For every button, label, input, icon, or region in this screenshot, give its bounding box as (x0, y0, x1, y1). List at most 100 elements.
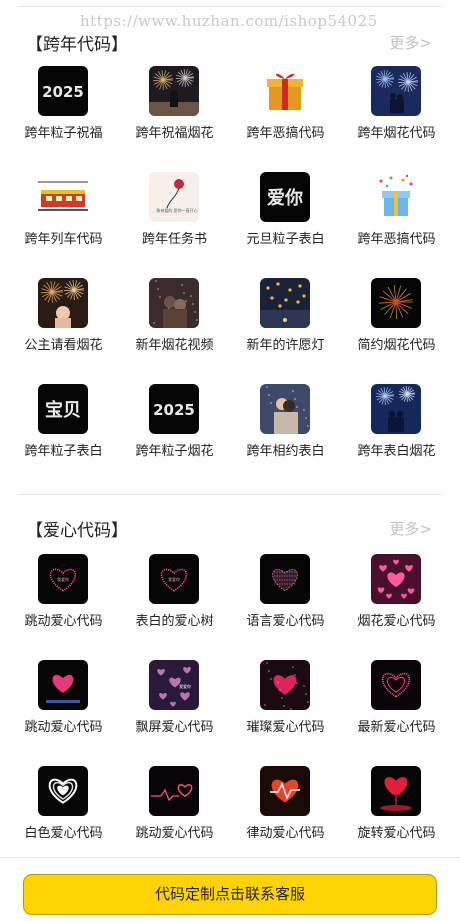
grid-item[interactable]: 璀璨爱心代码 (230, 660, 341, 766)
section-title: 【跨年代码】 (26, 35, 128, 55)
heart-text-thumb (260, 554, 310, 604)
grid-item[interactable]: 致亲爱的 愿你一直开心跨年任务书 (119, 172, 230, 278)
more-link[interactable]: 更多> (389, 32, 432, 53)
grid-item[interactable]: 跨年表白烟花 (341, 384, 452, 490)
item-label: 白色爱心代码 (24, 826, 103, 841)
item-label: 跨年祝福烟花 (135, 126, 214, 141)
item-label: 简约烟花代码 (357, 338, 436, 353)
heart-float-thumb: 我爱你 (149, 660, 199, 710)
grid-item[interactable]: 爱你 元旦粒子表白 (230, 172, 341, 278)
item-label: 新年的许愿灯 (246, 338, 325, 353)
heart-tree-thumb (371, 766, 421, 816)
text-baobei-thumb: 宝贝 (38, 384, 88, 434)
item-label: 表白的爱心树 (135, 614, 214, 629)
more-link[interactable]: 更多> (389, 518, 432, 539)
svg-text:2025: 2025 (153, 401, 195, 419)
svg-text:爱你: 爱你 (267, 187, 303, 209)
text-2025-thumb: 2025 (149, 384, 199, 434)
grid-item[interactable]: 跨年恶搞代码 (230, 66, 341, 172)
item-label: 跨年粒子烟花 (135, 444, 214, 459)
item-label: 新年烟花视频 (135, 338, 214, 353)
heart-pink-thumb (371, 660, 421, 710)
item-label: 跨年烟花代码 (357, 126, 436, 141)
heart-outline-thumb: 我爱你 (38, 554, 88, 604)
grid-item[interactable]: 我爱你 跳动爱心代码 (8, 554, 119, 660)
grid-item[interactable]: 我爱你 表白的爱心树 (119, 554, 230, 660)
princess-fireworks-thumb (38, 278, 88, 328)
text-2025-thumb: 2025 (38, 66, 88, 116)
footer-bar: 代码定制点击联系客服 (0, 857, 460, 921)
item-label: 语言爱心代码 (246, 614, 325, 629)
grid-item[interactable]: 最新爱心代码 (341, 660, 452, 766)
couple-photo-thumb (149, 278, 199, 328)
grid-item[interactable]: 语言爱心代码 (230, 554, 341, 660)
grid-item[interactable]: 跨年相约表白 (230, 384, 341, 490)
contact-service-button[interactable]: 代码定制点击联系客服 (23, 874, 437, 915)
gift-confetti-thumb (371, 172, 421, 222)
rose-letter-thumb: 致亲爱的 愿你一直开心 (149, 172, 199, 222)
item-label: 飘屏爱心代码 (135, 720, 214, 735)
heart-glow-thumb (38, 660, 88, 710)
grid-item[interactable]: 跨年烟花代码 (341, 66, 452, 172)
text-love-you-thumb: 爱你 (260, 172, 310, 222)
heart-outline-thumb: 我爱你 (149, 554, 199, 604)
grid-item[interactable]: 宝贝 跨年粒子表白 (8, 384, 119, 490)
lanterns-thumb (260, 278, 310, 328)
grid-item[interactable]: 跨年列车代码 (8, 172, 119, 278)
couple-fireworks-thumb (371, 66, 421, 116)
grid-item[interactable]: 跳动爱心代码 (8, 660, 119, 766)
train-thumb (38, 172, 88, 222)
grid-item[interactable]: 2025 跨年粒子祝福 (8, 66, 119, 172)
item-label: 跨年粒子表白 (24, 444, 103, 459)
grid-item[interactable]: 2025 跨年粒子烟花 (119, 384, 230, 490)
grid-item[interactable]: 公主请看烟花 (8, 278, 119, 384)
item-label: 跳动爱心代码 (24, 614, 103, 629)
item-label: 跨年列车代码 (24, 232, 103, 247)
grid-item[interactable]: 简约烟花代码 (341, 278, 452, 384)
fireworks-person-thumb (149, 66, 199, 116)
section-aixin: 【爱心代码】 更多> 我爱你 跳动爱心代码 我爱你 表白的爱心树 语言爱心代码 烟花爱心代… (0, 508, 460, 868)
item-label: 最新爱心代码 (357, 720, 436, 735)
watermark-url: https://www.huzhan.com/ishop54025 (80, 12, 378, 30)
grid-item[interactable]: 跨年恶搞代码 (341, 172, 452, 278)
item-label: 跨年恶搞代码 (246, 126, 325, 141)
svg-text:宝贝: 宝贝 (45, 399, 81, 421)
couple-night-thumb (371, 384, 421, 434)
item-label: 律动爱心代码 (246, 826, 325, 841)
grid-item[interactable]: 跨年祝福烟花 (119, 66, 230, 172)
svg-text:我爱你: 我爱你 (179, 683, 191, 689)
svg-text:2025: 2025 (42, 83, 84, 101)
item-label: 跨年表白烟花 (357, 444, 436, 459)
couple-hug-thumb (260, 384, 310, 434)
heart-many-thumb (371, 554, 421, 604)
item-label: 跨年任务书 (141, 232, 207, 247)
section-header: 【爱心代码】 更多> (0, 508, 460, 548)
item-label: 跨年恶搞代码 (357, 232, 436, 247)
top-divider (18, 6, 442, 7)
svg-text:致亲爱的 愿你一直开心: 致亲爱的 愿你一直开心 (156, 207, 197, 213)
heart-sparkle-thumb (260, 660, 310, 710)
item-label: 烟花爱心代码 (357, 614, 436, 629)
item-label: 跨年相约表白 (246, 444, 325, 459)
grid-item[interactable]: 新年的许愿灯 (230, 278, 341, 384)
item-label: 跨年粒子祝福 (24, 126, 103, 141)
gift-box-thumb (260, 66, 310, 116)
section-kuanian: 【跨年代码】 更多> 2025 跨年粒子祝福 跨年祝福烟花 跨年恶搞代码 跨年烟花代码跨… (0, 22, 460, 492)
grid-item[interactable]: 烟花爱心代码 (341, 554, 452, 660)
grid-item[interactable]: 我爱你飘屏爱心代码 (119, 660, 230, 766)
item-label: 公主请看烟花 (24, 338, 103, 353)
item-label: 元旦粒子表白 (246, 232, 325, 247)
svg-text:我爱你: 我爱你 (168, 576, 180, 582)
item-label: 跳动爱心代码 (135, 826, 214, 841)
svg-text:我爱你: 我爱你 (57, 576, 69, 582)
item-label: 跳动爱心代码 (24, 720, 103, 735)
heart-white-thumb (38, 766, 88, 816)
grid-item[interactable]: 新年烟花视频 (119, 278, 230, 384)
section-divider (18, 494, 442, 495)
simple-fireworks-thumb (371, 278, 421, 328)
item-label: 旋转爱心代码 (357, 826, 436, 841)
section-title: 【爱心代码】 (26, 521, 128, 541)
heart-pulse-thumb (149, 766, 199, 816)
item-label: 璀璨爱心代码 (246, 720, 325, 735)
heart-ecg-thumb (260, 766, 310, 816)
